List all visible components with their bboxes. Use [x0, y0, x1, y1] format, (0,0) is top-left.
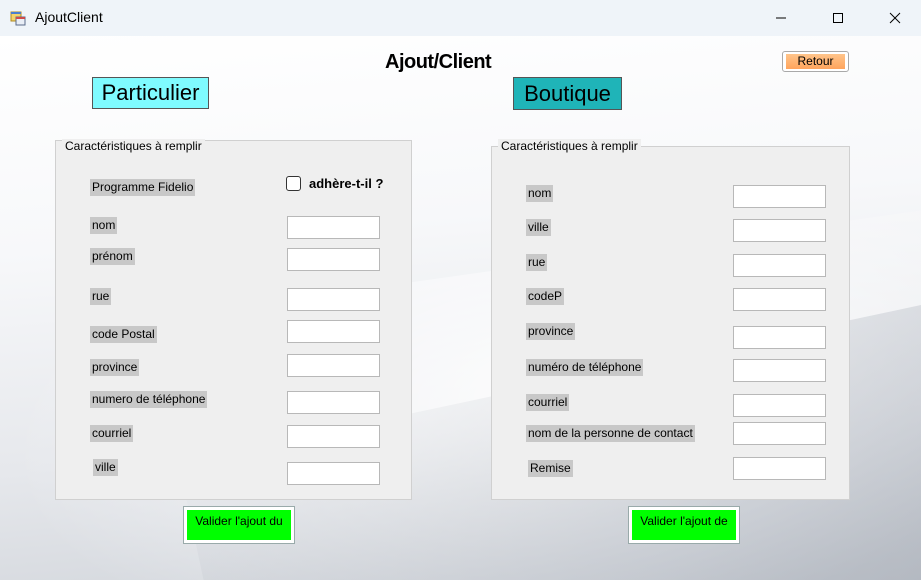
particulier-ville-input[interactable] [287, 462, 380, 485]
adhere-checkbox[interactable] [286, 176, 301, 191]
close-button[interactable] [872, 0, 918, 36]
boutique-courriel-input[interactable] [733, 394, 826, 417]
boutique-nom-input[interactable] [733, 185, 826, 208]
boutique-rue-input[interactable] [733, 254, 826, 277]
boutique-label-province: province [526, 323, 576, 340]
particulier-label-province: province [90, 359, 140, 376]
close-icon [889, 12, 901, 24]
boutique-label-codep: codeP [526, 288, 565, 305]
particulier-rue-input[interactable] [287, 288, 380, 311]
boutique-codep-input[interactable] [733, 288, 826, 311]
boutique-contact-input[interactable] [733, 422, 826, 445]
boutique-telephone-input[interactable] [733, 359, 826, 382]
particulier-label-rue: rue [90, 288, 112, 305]
boutique-label-courriel: courriel [526, 394, 570, 411]
window-title: AjoutClient [35, 9, 103, 25]
valider-boutique-button[interactable]: Valider l'ajout de [628, 506, 740, 544]
boutique-group-title: Caractéristiques à remplir [498, 139, 641, 153]
form-client-area: Ajout/Client Retour Particulier Boutique… [0, 36, 921, 580]
particulier-courriel-input[interactable] [287, 425, 380, 448]
tab-particulier[interactable]: Particulier [92, 77, 209, 109]
boutique-label-ville: ville [526, 219, 551, 236]
page-title: Ajout/Client [385, 51, 492, 73]
particulier-nom-input[interactable] [287, 216, 380, 239]
particulier-telephone-input[interactable] [287, 391, 380, 414]
boutique-label-contact: nom de la personne de contact [526, 425, 695, 442]
app-form-icon [10, 10, 26, 26]
particulier-group-title: Caractéristiques à remplir [62, 139, 205, 153]
boutique-label-rue: rue [526, 254, 548, 271]
particulier-label-code-postal: code Postal [90, 326, 157, 343]
boutique-province-input[interactable] [733, 326, 826, 349]
particulier-label-telephone: numero de téléphone [90, 391, 208, 408]
particulier-label-nom: nom [90, 217, 118, 234]
boutique-remise-input[interactable] [733, 457, 826, 480]
particulier-province-input[interactable] [287, 354, 380, 377]
minimize-icon [775, 12, 787, 24]
particulier-label-courriel: courriel [90, 425, 134, 442]
retour-button-label: Retour [786, 54, 845, 69]
adhere-checkbox-label: adhère-t-il ? [309, 176, 384, 191]
tab-boutique[interactable]: Boutique [513, 77, 622, 110]
boutique-label-telephone: numéro de téléphone [526, 359, 644, 376]
boutique-ville-input[interactable] [733, 219, 826, 242]
maximize-icon [832, 12, 844, 24]
maximize-button[interactable] [815, 0, 861, 36]
retour-button[interactable]: Retour [782, 51, 849, 72]
particulier-label-ville: ville [93, 459, 118, 476]
particulier-prenom-input[interactable] [287, 248, 380, 271]
particulier-code-postal-input[interactable] [287, 320, 380, 343]
title-bar: AjoutClient [0, 0, 921, 36]
boutique-label-nom: nom [526, 185, 554, 202]
boutique-label-remise: Remise [528, 460, 573, 477]
particulier-label-prenom: prénom [90, 248, 135, 265]
fidelio-label: Programme Fidelio [90, 179, 196, 196]
minimize-button[interactable] [758, 0, 804, 36]
valider-particulier-button[interactable]: Valider l'ajout du [183, 506, 295, 544]
